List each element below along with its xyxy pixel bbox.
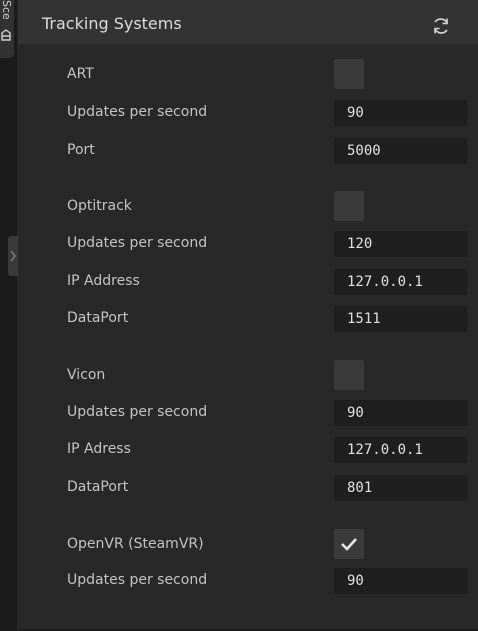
openvr-row: OpenVR (SteamVR) [18,529,478,559]
vicon-dataport-label: DataPort [67,479,129,495]
optitrack-dataport-field[interactable]: 1511 [334,306,467,332]
optitrack-dataport-label: DataPort [67,310,129,326]
optitrack-updates-label: Updates per second [67,235,208,251]
vicon-updates-row: Updates per second 90 [18,397,478,427]
checkmark-icon [341,538,357,551]
art-updates-row: Updates per second 90 [18,97,478,127]
scene-tab-icon [1,29,11,41]
optitrack-ip-row: IP Address 127.0.0.1 [18,266,478,296]
openvr-label: OpenVR (SteamVR) [67,536,204,552]
openvr-updates-field[interactable]: 90 [334,568,467,594]
vicon-updates-field[interactable]: 90 [334,400,467,426]
openvr-updates-row: Updates per second 90 [18,565,478,595]
panel-header: Tracking Systems [18,0,478,44]
refresh-icon[interactable] [430,15,452,37]
art-port-row: Port 5000 [18,135,478,165]
optitrack-updates-field[interactable]: 120 [334,231,467,257]
vicon-updates-label: Updates per second [67,404,208,420]
vicon-dataport-row: DataPort 801 [18,472,478,502]
art-label: ART [67,66,94,82]
panel-title: Tracking Systems [42,14,182,33]
optitrack-row: Optitrack [18,191,478,221]
optitrack-label: Optitrack [67,198,132,214]
optitrack-ip-field[interactable]: 127.0.0.1 [334,269,467,295]
vicon-ip-field[interactable]: 127.0.0.1 [334,437,467,463]
vicon-dataport-field[interactable]: 801 [334,475,467,501]
openvr-enable-checkbox[interactable] [334,529,364,559]
left-dock-strip [0,0,17,631]
optitrack-enable-checkbox[interactable] [334,191,364,221]
scene-tab[interactable]: Sce [0,0,14,58]
openvr-updates-label: Updates per second [67,572,208,588]
panel-collapse-handle[interactable] [8,236,18,276]
vicon-ip-row: IP Adress 127.0.0.1 [18,434,478,464]
chevron-right-icon [10,250,16,262]
vicon-enable-checkbox[interactable] [334,360,364,390]
art-updates-label: Updates per second [67,104,208,120]
art-port-field[interactable]: 5000 [334,138,467,164]
art-port-label: Port [67,142,95,158]
vicon-ip-label: IP Adress [67,441,131,457]
vicon-label: Vicon [67,367,106,383]
optitrack-dataport-row: DataPort 1511 [18,303,478,333]
art-updates-field[interactable]: 90 [334,100,467,126]
optitrack-ip-label: IP Address [67,273,140,289]
vicon-row: Vicon [18,360,478,390]
scene-tab-label: Sce [0,0,13,20]
art-enable-checkbox[interactable] [334,59,364,89]
tracking-systems-panel: Tracking Systems ART Updates per second … [18,0,478,631]
optitrack-updates-row: Updates per second 120 [18,228,478,258]
art-row: ART [18,59,478,89]
